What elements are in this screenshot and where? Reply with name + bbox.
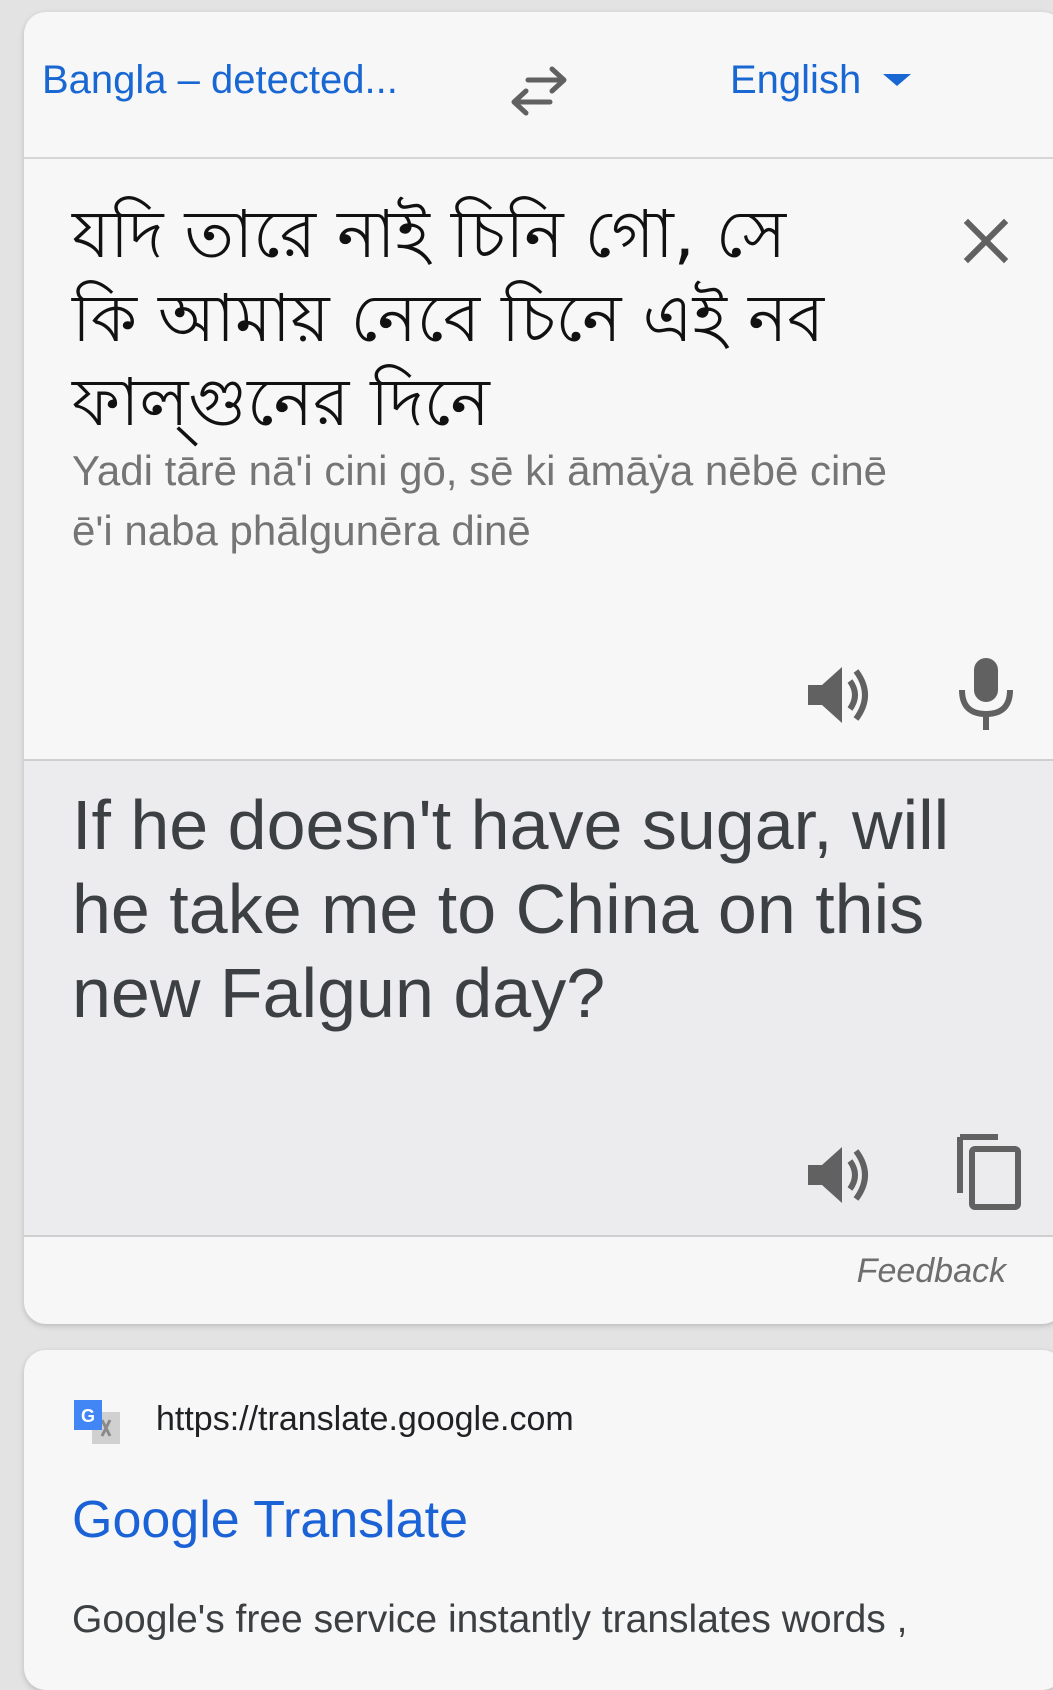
copy-translation-button[interactable] [952, 1129, 1030, 1213]
speaker-icon [808, 1147, 868, 1203]
google-translate-icon: G [72, 1398, 122, 1448]
translation-text: If he doesn't have sugar, will he take m… [72, 786, 950, 1032]
target-language-selector[interactable]: English [730, 58, 912, 103]
speaker-icon [808, 667, 868, 723]
result-url: https://translate.google.com [156, 1400, 574, 1438]
microphone-button[interactable] [950, 654, 1022, 734]
transliteration-text: Yadi tārē nā'i cini gō, sē ki āmāẏa nēbē… [72, 447, 888, 554]
svg-text:G: G [81, 1406, 95, 1426]
listen-source-button[interactable] [802, 659, 874, 731]
source-language-selector[interactable]: Bangla – detected... [42, 58, 398, 103]
swap-arrows-icon [511, 66, 567, 116]
close-icon [963, 218, 1009, 264]
language-bar: Bangla – detected... English [24, 12, 1053, 159]
translation-panel: If he doesn't have sugar, will he take m… [24, 761, 1053, 1237]
swap-languages-button[interactable] [508, 64, 570, 116]
copy-icon [957, 1134, 1021, 1210]
target-language-label: English [730, 58, 862, 102]
result-snippet: Google's free service instantly translat… [72, 1598, 908, 1641]
listen-translation-button[interactable] [802, 1139, 874, 1211]
caret-down-icon [883, 74, 912, 87]
microphone-icon [959, 658, 1013, 730]
search-result-card[interactable]: G https://translate.google.com Google Tr… [24, 1350, 1053, 1690]
clear-text-button[interactable] [956, 211, 1016, 271]
translate-card: Bangla – detected... English যদি তারে না… [24, 12, 1053, 1324]
source-language-label: Bangla – detected... [42, 58, 398, 102]
feedback-link[interactable]: Feedback [857, 1252, 1006, 1291]
source-text[interactable]: যদি তারে নাই চিনি গো, সে কি আমায় নেবে চ… [72, 193, 872, 445]
result-title-link[interactable]: Google Translate [72, 1490, 468, 1550]
source-panel: যদি তারে নাই চিনি গো, সে কি আমায় নেবে চ… [24, 159, 1053, 761]
